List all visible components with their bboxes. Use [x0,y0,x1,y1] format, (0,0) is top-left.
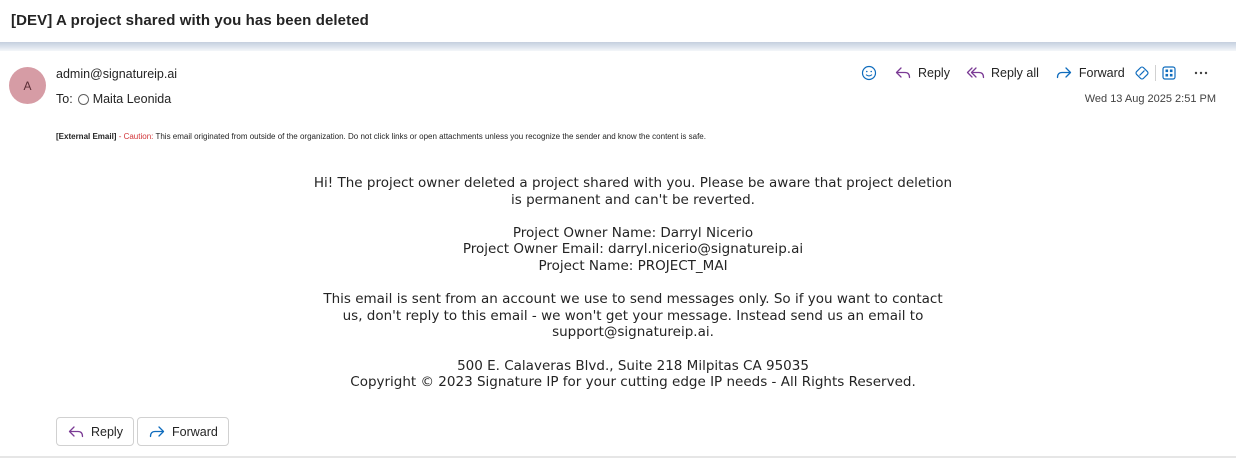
company-address: 500 E. Calaveras Blvd., Suite 218 Milpit… [457,357,809,374]
forward-icon [1053,63,1075,83]
reply-all-button[interactable]: Reply all [965,63,1039,83]
reply-label: Reply [918,66,950,80]
email-body: Hi! The project owner deleted a project … [300,175,966,391]
project-owner-name: Project Owner Name: Darryl Nicerio [512,224,754,241]
apps-icon[interactable] [1158,63,1180,83]
copyright-line: Copyright © 2023 Signature IP for your c… [350,374,916,391]
header-divider [0,42,1236,51]
body-notice-line3: support@signatureip.ai. [552,324,714,341]
recipient-name[interactable]: Maita Leonida [93,92,172,106]
email-subject: [DEV] A project shared with you has been… [11,12,369,29]
to-label: To: [56,92,73,106]
external-tag: [External Email] [56,132,117,141]
more-icon[interactable] [1190,63,1212,83]
body-intro-line2: is permanent and can't be reverted. [511,191,755,208]
reply-footer-label: Reply [91,424,123,439]
body-intro-line1: Hi! The project owner deleted a project … [313,175,953,191]
emoji-icon[interactable] [858,63,880,83]
reply-icon [892,63,914,83]
reply-footer-button[interactable]: Reply [56,417,134,446]
recipient-line: To: Maita Leonida [56,92,171,106]
project-name: Project Name: PROJECT_MAI [538,257,728,274]
forward-label: Forward [1078,66,1125,80]
caution-label: Caution: [123,132,154,141]
reply-icon [68,425,84,437]
presence-status-icon [77,93,89,105]
body-notice-line1: This email is sent from an account we us… [323,291,943,308]
reply-all-icon [965,63,987,83]
message-actions-toolbar: Reply Reply all Forward [858,63,1212,83]
forward-footer-button[interactable]: Forward [137,417,229,446]
external-dash: - [116,132,124,141]
loop-icon[interactable] [1131,63,1153,83]
sender-email[interactable]: admin@signatureip.ai [56,67,177,81]
external-email-notice: [External Email] - Caution: This email o… [56,132,706,141]
body-notice-line2: us, don't reply to this email - we won't… [342,307,924,324]
forward-icon [149,425,165,437]
sender-avatar[interactable]: A [9,67,46,104]
sent-date: Wed 13 Aug 2025 2:51 PM [1084,93,1216,105]
external-notice-text: This email originated from outside of th… [153,132,706,141]
forward-footer-label: Forward [172,424,218,439]
reply-all-label: Reply all [990,66,1039,80]
forward-button[interactable]: Forward [1053,63,1125,83]
subject-bar: [DEV] A project shared with you has been… [0,0,1236,42]
toolbar-divider [1154,65,1156,81]
project-owner-email: Project Owner Email: darryl.nicerio@sign… [462,241,804,258]
reply-button[interactable]: Reply [892,63,950,83]
